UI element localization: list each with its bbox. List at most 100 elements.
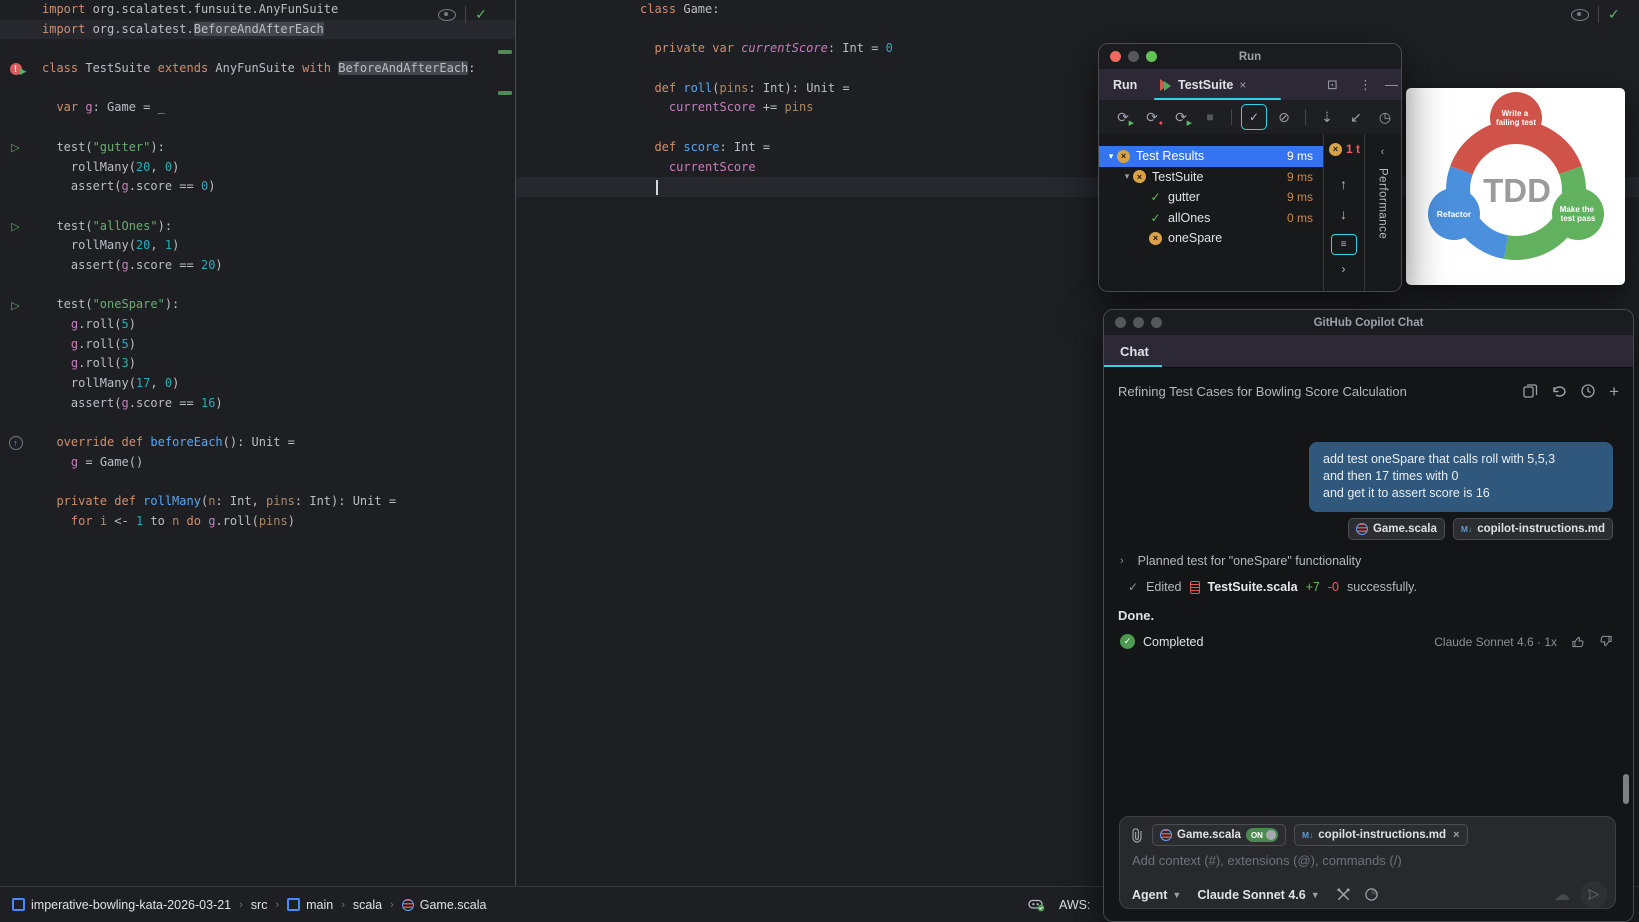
code-line[interactable]: private var currentScore: Int = 0 [516,39,1639,59]
code-line[interactable] [0,118,515,138]
code-line[interactable]: assert(g.score == 16) [0,394,515,414]
test-tree-row[interactable]: ▾ × Test Results 9 ms [1099,146,1323,167]
code-line[interactable]: g.roll(5) [0,335,515,355]
edited-file-name[interactable]: TestSuite.scala [1208,580,1298,594]
chat-input-box[interactable]: Game.scala ON M↓ copilot-instructions.md × A… [1119,816,1616,909]
breadcrumb-item[interactable]: scala [353,898,382,912]
minimize-window-button[interactable] [1128,51,1139,62]
chat-input-placeholder[interactable]: Add context (#), extensions (@), command… [1132,853,1402,868]
planned-step-row[interactable]: › Planned test for "oneSpare" functional… [1120,554,1361,568]
code-line[interactable] [516,59,1639,79]
code-line[interactable]: class TestSuite extends AnyFunSuite with… [0,59,515,79]
breadcrumb-item[interactable]: main [287,898,333,912]
collapse-strip-icon[interactable]: ‹ [1381,146,1385,158]
run-tool-window[interactable]: Run Run TestSuite × ⊡ ⋮ — ⟳ ▶ ⟳ ● ⟳ ▶ ■ ✓ ⊘… [1098,43,1402,292]
move-to-window-icon[interactable]: ⊡ [1327,77,1338,93]
on-toggle[interactable]: ON [1245,828,1278,842]
code-line[interactable]: test("oneSpare"): [0,295,515,315]
code-line[interactable]: g.roll(5) [0,315,515,335]
chat-window-titlebar[interactable]: GitHub Copilot Chat [1104,310,1633,335]
chat-tabstrip[interactable]: Chat [1104,335,1633,368]
traffic-lights[interactable] [1110,51,1157,62]
paperclip-icon[interactable] [1130,827,1144,843]
next-failed-test-icon[interactable]: ↓ [1323,206,1364,222]
close-window-button[interactable] [1115,317,1126,328]
vcs-change-stripe-mark[interactable] [498,50,512,54]
test-results-tree[interactable]: ▾ × Test Results 9 ms ▾ × TestSuite 9 ms ✓ gutter… [1099,146,1323,249]
test-side-toolbar[interactable]: × 1 t ↑ ↓ ≡ › [1323,134,1364,291]
performance-tab-label[interactable]: Performance [1377,168,1389,239]
input-context-row[interactable]: Game.scala ON M↓ copilot-instructions.md × [1130,824,1468,846]
code-line[interactable]: rollMany(17, 0) [0,374,515,394]
test-tree-row[interactable]: ✓ allOnes 0 ms [1099,208,1323,229]
traffic-lights[interactable] [1115,317,1162,328]
close-tab-icon[interactable]: × [1239,78,1246,92]
mode-selector[interactable]: Agent [1132,888,1167,902]
override-method-icon[interactable]: ↑ [8,436,23,451]
close-window-button[interactable] [1110,51,1121,62]
tree-chevron-icon[interactable]: ▾ [1121,171,1133,182]
code-line[interactable]: g = Game() [0,453,515,473]
inspection-widget[interactable]: ✓ [1571,6,1620,23]
history-clock-icon[interactable] [1580,383,1596,399]
tab-chat[interactable]: Chat [1120,344,1149,359]
context-chip[interactable]: Game.scala ON [1152,824,1286,846]
run-tabstrip[interactable]: Run TestSuite × ⊡ ⋮ — [1099,69,1401,100]
code-line[interactable]: rollMany(20, 1) [0,236,515,256]
highlighting-eye-icon[interactable] [1571,8,1589,21]
previous-failed-test-icon[interactable]: ↑ [1323,176,1364,192]
breadcrumb-item[interactable]: imperative-bowling-kata-2026-03-21 [12,898,231,912]
run-test-icon[interactable]: ▷ [8,298,23,313]
code-line[interactable]: g.roll(3) [0,354,515,374]
context-chip[interactable]: Game.scala [1347,518,1445,540]
zoom-window-button[interactable] [1146,51,1157,62]
status-right-group[interactable]: AWS: [1028,897,1090,912]
input-context-chips[interactable]: Game.scala ON M↓ copilot-instructions.md × [1152,824,1468,846]
code-line[interactable]: assert(g.score == 0) [0,177,515,197]
copilot-status-icon[interactable] [1028,897,1045,912]
tools-icon[interactable] [1336,887,1351,902]
copilot-chat-window[interactable]: GitHub Copilot Chat Chat Refining Test C… [1103,309,1634,922]
context-chip[interactable]: M↓ copilot-instructions.md × [1293,824,1468,846]
show-ignored-icon[interactable]: ⊘ [1272,105,1296,129]
code-line[interactable] [0,413,515,433]
import-test-results-icon[interactable]: ↙ [1344,105,1368,129]
run-test-icon[interactable]: ▷ [8,140,23,155]
code-line[interactable]: var g: Game = _ [0,98,515,118]
run-toolbar[interactable]: ⟳ ▶ ⟳ ● ⟳ ▶ ■ ✓ ⊘ ⇣ ↙ ◷ [1099,100,1401,135]
code-line[interactable] [0,276,515,296]
code-line[interactable]: private def rollMany(n: Int, pins: Int):… [0,492,515,512]
expand-panel-icon[interactable]: › [1323,262,1364,276]
editor-split-divider[interactable] [515,0,516,886]
hide-window-icon[interactable]: — [1385,77,1398,92]
editor-pane-testsuite[interactable]: import org.scalatest.funsuite.AnyFunSuit… [0,0,515,886]
toggle-auto-test-icon[interactable]: ⟳ ▶ [1169,105,1193,129]
code-line[interactable] [516,20,1639,40]
sort-tests-icon[interactable]: ⇣ [1315,105,1339,129]
thumbs-down-icon[interactable] [1598,634,1613,649]
code-line[interactable] [0,197,515,217]
thumbs-up-icon[interactable] [1571,634,1586,649]
usage-timer-icon[interactable] [1364,887,1379,902]
stop-icon[interactable]: ■ [1198,105,1222,129]
run-test-icon[interactable]: ▷ [8,219,23,234]
code-line[interactable]: assert(g.score == 20) [0,256,515,276]
minimize-window-button[interactable] [1133,317,1144,328]
more-options-icon[interactable]: ⋮ [1359,77,1372,93]
input-controls-row[interactable]: Agent ▼ Claude Sonnet 4.6 ▼ ☁ [1132,881,1607,908]
breadcrumb[interactable]: imperative-bowling-kata-2026-03-21 › src › m… [0,898,486,912]
send-button[interactable] [1580,881,1607,908]
breadcrumb-item[interactable]: Game.scala [401,898,486,912]
code-line[interactable]: for i <- 1 to n do g.roll(pins) [0,512,515,532]
breadcrumb-item[interactable]: src [251,898,268,912]
code-line[interactable] [0,473,515,493]
rerun-failed-tests-icon[interactable]: ⟳ ● [1140,105,1164,129]
model-selector[interactable]: Claude Sonnet 4.6 [1197,888,1305,902]
code-line[interactable]: rollMany(20, 0) [0,158,515,178]
cloud-sync-icon[interactable]: ☁ [1554,885,1570,905]
vcs-change-stripe-mark[interactable] [498,91,512,95]
test-tree-row[interactable]: ✓ gutter 9 ms [1099,187,1323,208]
rerun-tests-icon[interactable]: ⟳ ▶ [1111,105,1135,129]
tab-testsuite[interactable]: TestSuite × [1154,69,1287,100]
message-attachment-chips[interactable]: Game.scala M↓ copilot-instructions.md [1347,518,1613,540]
